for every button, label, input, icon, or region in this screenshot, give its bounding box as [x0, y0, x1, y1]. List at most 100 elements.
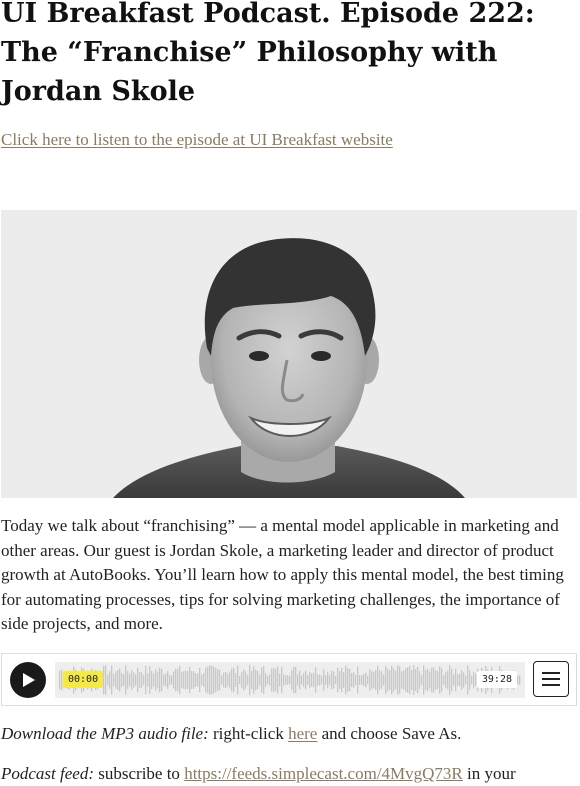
waveform-bar: [311, 673, 313, 687]
waveform-bar: [461, 670, 463, 690]
waveform-bar: [517, 675, 519, 685]
waveform-bar: [293, 666, 295, 694]
waveform-bar: [245, 671, 247, 689]
waveform-bar: [171, 675, 173, 685]
waveform-bar: [263, 666, 265, 694]
waveform-bar: [233, 667, 235, 693]
waveform-bar: [455, 668, 457, 692]
waveform-bar: [307, 675, 309, 685]
download-text-before: right-click: [208, 724, 289, 743]
waveform-bar: [373, 671, 375, 689]
download-label: Download the MP3 audio file:: [1, 724, 209, 743]
waveform-bar: [457, 674, 459, 686]
waveform-bar: [119, 668, 121, 692]
waveform-bar: [443, 675, 445, 685]
waveform-bar: [403, 670, 405, 690]
waveform-bar: [341, 667, 343, 693]
waveform-bar: [463, 672, 465, 688]
waveform-bar: [107, 674, 109, 686]
waveform-bar: [371, 671, 373, 689]
waveform-bar: [259, 674, 261, 686]
waveform-bar: [389, 670, 391, 690]
waveform-bar: [125, 665, 127, 695]
waveform-bar: [431, 667, 433, 693]
waveform-seek-bar[interactable]: 00:00 39:28: [55, 662, 525, 698]
waveform-bar: [405, 668, 407, 692]
waveform-bar: [353, 672, 355, 688]
waveform-bar: [447, 670, 449, 690]
waveform-bar: [189, 666, 191, 694]
menu-button[interactable]: [533, 661, 569, 697]
waveform-bar: [469, 670, 471, 690]
play-button[interactable]: [10, 662, 46, 698]
waveform-bar: [209, 665, 211, 695]
waveform-bar: [163, 674, 165, 686]
hamburger-menu-icon: [542, 672, 560, 686]
listen-episode-link[interactable]: Click here to listen to the episode at U…: [1, 129, 393, 151]
waveform-bar: [291, 670, 293, 690]
waveform-bar: [213, 666, 215, 694]
waveform-bar: [161, 668, 163, 692]
waveform-bar: [331, 670, 333, 690]
waveform-bar: [153, 673, 155, 687]
waveform-bar: [301, 675, 303, 685]
waveform-bar: [399, 666, 401, 694]
waveform-bar: [333, 671, 335, 689]
waveform-bar: [383, 674, 385, 686]
waveform-bar: [437, 671, 439, 689]
waveform-bar: [135, 674, 137, 686]
waveform-bar: [241, 672, 243, 688]
waveform-bar: [193, 671, 195, 689]
waveform-bar: [103, 665, 105, 695]
waveform-bar: [279, 673, 281, 687]
podcast-feed-line: Podcast feed: subscribe to https://feeds…: [1, 762, 577, 786]
waveform-bar: [109, 671, 111, 689]
waveform-bar: [323, 669, 325, 691]
waveform-bar: [165, 673, 167, 687]
waveform-bar: [239, 675, 241, 685]
waveform-bar: [177, 668, 179, 692]
waveform-bar: [155, 669, 157, 691]
waveform-bar: [297, 674, 299, 686]
waveform-bar: [393, 668, 395, 692]
waveform-bar: [413, 665, 415, 695]
waveform-bar: [335, 675, 337, 685]
waveform-bar: [257, 670, 259, 690]
waveform-bar: [127, 671, 129, 689]
waveform-bar: [283, 674, 285, 686]
waveform: [59, 665, 521, 695]
waveform-bar: [367, 675, 369, 685]
waveform-bar: [449, 665, 451, 695]
waveform-bar: [313, 672, 315, 688]
waveform-bar: [117, 669, 119, 691]
waveform-bar: [225, 672, 227, 688]
waveform-bar: [345, 665, 347, 695]
waveform-bar: [337, 667, 339, 693]
waveform-bar: [417, 666, 419, 694]
waveform-bar: [281, 666, 283, 694]
waveform-bar: [423, 665, 425, 695]
waveform-bar: [401, 671, 403, 689]
waveform-bar: [445, 671, 447, 689]
waveform-bar: [237, 665, 239, 695]
waveform-bar: [359, 675, 361, 685]
waveform-bar: [195, 673, 197, 687]
waveform-bar: [387, 668, 389, 692]
download-here-link[interactable]: here: [288, 724, 317, 743]
waveform-bar: [395, 670, 397, 690]
waveform-bar: [211, 665, 213, 695]
waveform-bar: [439, 666, 441, 694]
waveform-bar: [145, 665, 147, 695]
waveform-bar: [175, 668, 177, 692]
waveform-bar: [187, 671, 189, 689]
waveform-bar: [123, 674, 125, 686]
waveform-bar: [215, 667, 217, 693]
waveform-bar: [205, 667, 207, 693]
waveform-bar: [181, 672, 183, 688]
waveform-bar: [305, 670, 307, 690]
episode-intro: Today we talk about “franchising” — a me…: [1, 516, 564, 634]
waveform-bar: [459, 673, 461, 687]
waveform-bar: [113, 673, 115, 687]
waveform-bar: [381, 671, 383, 689]
waveform-bar: [397, 665, 399, 695]
